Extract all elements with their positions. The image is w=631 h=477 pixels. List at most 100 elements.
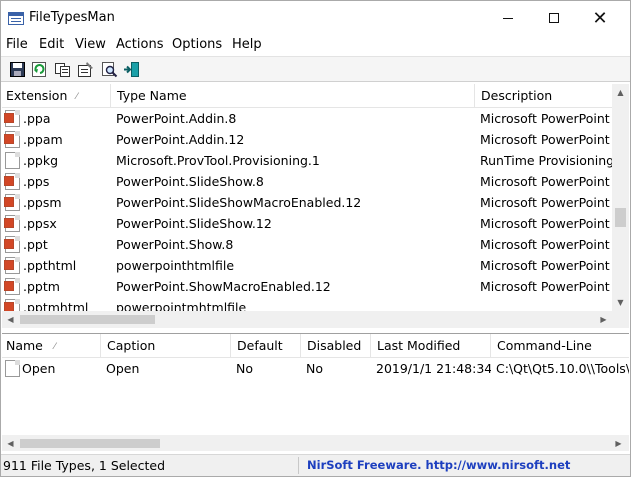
cell-type-name: PowerPoint.SlideShow.12 — [116, 216, 272, 231]
minimize-button[interactable] — [485, 1, 531, 35]
close-button[interactable]: ✕ — [577, 1, 623, 35]
menu-view[interactable]: View — [75, 37, 106, 52]
menu-options[interactable]: Options — [172, 37, 222, 52]
cell-extension: .ppsx — [23, 216, 57, 231]
blank-file-icon — [5, 152, 20, 169]
filetypes-vscroll-thumb[interactable] — [615, 208, 626, 227]
table-row[interactable]: .pps PowerPoint.SlideShow.8 Microsoft Powe… — [2, 171, 629, 192]
cell-extension: .ppt — [23, 237, 48, 252]
ppt-file-icon — [4, 257, 20, 274]
ppt-file-icon — [4, 236, 20, 253]
table-row[interactable]: .ppthtml powerpointhtmlfile Microsoft Powe… — [2, 255, 629, 276]
actions-hscrollbar[interactable]: ◀ ▶ — [2, 435, 629, 451]
cell-description: Microsoft PowerPoint — [480, 237, 610, 252]
scroll-down-icon[interactable]: ▼ — [612, 294, 629, 311]
exit-button[interactable] — [123, 61, 140, 78]
app-icon — [8, 12, 24, 25]
minimize-icon — [503, 17, 513, 19]
filetypes-hscrollbar[interactable]: ◀ ▶ — [2, 311, 629, 328]
maximize-button[interactable] — [531, 1, 577, 35]
cell-extension: .pps — [23, 174, 50, 189]
menu-file[interactable]: File — [6, 37, 28, 52]
sort-ascending-icon: ⁄ — [76, 92, 78, 102]
close-icon: ✕ — [592, 7, 608, 29]
cell-last-modified: 2019/1/1 21:48:34 — [376, 361, 491, 376]
column-command-line[interactable]: Command-Line — [491, 334, 629, 358]
ppt-file-icon — [4, 173, 20, 190]
properties-button[interactable] — [77, 61, 94, 78]
table-row[interactable]: .ppt PowerPoint.Show.8 Microsoft PowerPoin… — [2, 234, 629, 255]
filetypes-list[interactable]: Extension ⁄ Type Name Description .ppa Pow… — [2, 84, 629, 329]
cell-type-name: PowerPoint.SlideShowMacroEnabled.12 — [116, 195, 362, 210]
cell-extension: .ppthtml — [23, 258, 77, 273]
cell-type-name: PowerPoint.SlideShow.8 — [116, 174, 264, 189]
filetypes-vscrollbar[interactable]: ▲ ▼ — [612, 84, 629, 311]
menu-edit[interactable]: Edit — [39, 37, 64, 52]
cell-type-name: powerpointhtmlfile — [116, 258, 235, 273]
find-icon — [102, 62, 118, 78]
table-row[interactable]: .ppa PowerPoint.Addin.8 Microsoft PowerPoi… — [2, 108, 629, 129]
filetypes-hscroll-thumb[interactable] — [20, 315, 155, 324]
table-row[interactable]: .ppsm PowerPoint.SlideShowMacroEnabled.12… — [2, 192, 629, 213]
refresh-button[interactable] — [31, 61, 48, 78]
ppt-file-icon — [4, 194, 20, 211]
actions-hscroll-thumb[interactable] — [20, 439, 160, 448]
menu-actions[interactable]: Actions — [116, 37, 164, 52]
properties-icon — [78, 62, 93, 77]
cell-description: Microsoft PowerPoint — [480, 216, 610, 231]
table-row[interactable]: .pptm PowerPoint.ShowMacroEnabled.12 Micro… — [2, 276, 629, 297]
toolbar — [1, 56, 630, 82]
cell-name: Open — [22, 361, 56, 376]
cell-type-name: PowerPoint.ShowMacroEnabled.12 — [116, 279, 331, 294]
cell-description: Microsoft PowerPoint — [480, 258, 610, 273]
column-description[interactable]: Description — [475, 84, 629, 108]
ppt-file-icon — [4, 110, 20, 127]
cell-extension: .ppam — [23, 132, 63, 147]
status-divider — [298, 457, 299, 474]
column-type-name[interactable]: Type Name — [111, 84, 475, 108]
column-caption[interactable]: Caption — [101, 334, 231, 358]
cell-description: RunTime Provisioning — [480, 153, 612, 168]
find-button[interactable] — [101, 61, 118, 78]
cell-caption: Open — [106, 361, 140, 376]
column-name[interactable]: Name ⁄ — [2, 334, 101, 358]
window-title: FileTypesMan — [29, 10, 115, 25]
table-row[interactable]: Open Open No No 2019/1/1 21:48:34 C:\Qt\Qt5.1… — [2, 358, 629, 379]
cell-description: Microsoft PowerPoint — [480, 132, 610, 147]
column-last-modified[interactable]: Last Modified — [371, 334, 491, 358]
main-window: FileTypesMan ✕ File Edit View Actions Op… — [0, 0, 631, 477]
scroll-right-icon[interactable]: ▶ — [595, 311, 612, 328]
cell-extension: .ppsm — [23, 195, 62, 210]
cell-extension: .ppkg — [23, 153, 59, 168]
column-default[interactable]: Default — [231, 334, 301, 358]
save-icon — [10, 62, 25, 77]
table-row[interactable]: .ppkg Microsoft.ProvTool.Provisioning.1 Ru… — [2, 150, 629, 171]
ppt-file-icon — [4, 131, 20, 148]
table-row[interactable]: .ppam PowerPoint.Addin.12 Microsoft PowerP… — [2, 129, 629, 150]
sort-ascending-icon: ⁄ — [54, 342, 56, 352]
cell-type-name: PowerPoint.Show.8 — [116, 237, 234, 252]
copy-button[interactable] — [54, 61, 71, 78]
scroll-left-icon[interactable]: ◀ — [2, 311, 19, 328]
actions-list[interactable]: Name ⁄ Caption Default Disabled Last Modi… — [2, 333, 629, 451]
cell-extension: .pptm — [23, 279, 60, 294]
exit-icon — [124, 62, 139, 77]
cell-default: No — [236, 361, 253, 376]
scroll-up-icon[interactable]: ▲ — [612, 84, 629, 101]
cell-disabled: No — [306, 361, 323, 376]
cell-command-line: C:\Qt\Qt5.10.0\\Tools\ — [496, 361, 629, 376]
scroll-right-icon[interactable]: ▶ — [610, 435, 627, 451]
table-row[interactable]: .ppsx PowerPoint.SlideShow.12 Microsoft Po… — [2, 213, 629, 234]
maximize-icon — [549, 13, 559, 23]
refresh-icon — [32, 62, 46, 77]
cell-description: Microsoft PowerPoint — [480, 279, 610, 294]
filetypes-header: Extension ⁄ Type Name Description — [2, 84, 629, 108]
column-extension[interactable]: Extension ⁄ — [2, 84, 111, 108]
save-button[interactable] — [9, 61, 26, 78]
copy-icon — [55, 63, 70, 77]
menu-help[interactable]: Help — [232, 37, 262, 52]
title-bar[interactable]: FileTypesMan ✕ — [1, 1, 630, 35]
scroll-left-icon[interactable]: ◀ — [2, 435, 19, 451]
column-disabled[interactable]: Disabled — [301, 334, 371, 358]
nirsoft-link[interactable]: NirSoft Freeware. http://www.nirsoft.net — [307, 458, 570, 472]
